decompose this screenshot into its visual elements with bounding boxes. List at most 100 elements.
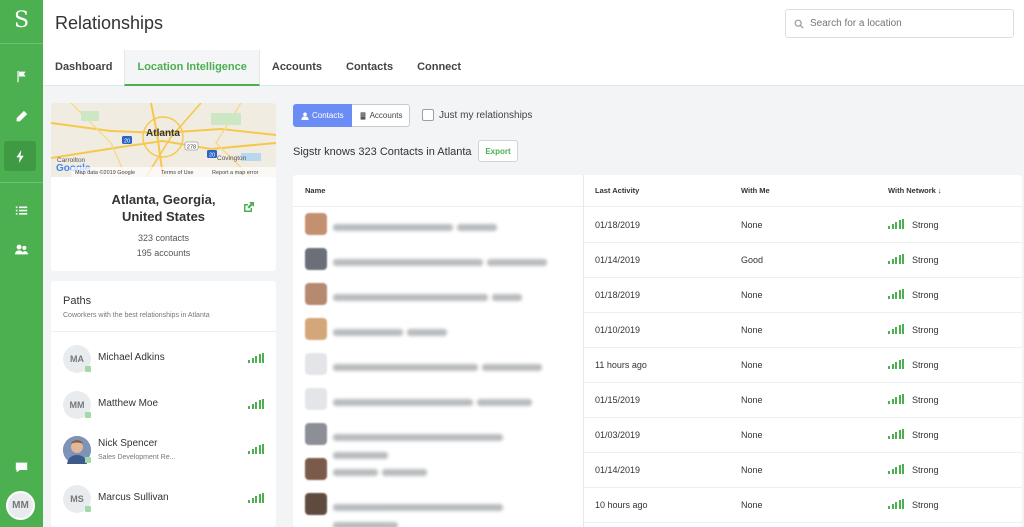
with-me-cell: None (741, 220, 763, 230)
signal-strength-icon (888, 289, 904, 299)
with-me-cell: None (741, 395, 763, 405)
person-name: Michael Adkins (98, 352, 165, 363)
tab-dashboard[interactable]: Dashboard (43, 50, 124, 86)
just-my-relationships-checkbox[interactable] (422, 109, 434, 121)
map-route-label: 278 (187, 145, 196, 151)
paths-subtitle: Coworkers with the best relationships in… (63, 312, 210, 319)
table-row[interactable]: 01/10/2019 None Strong (293, 313, 1022, 348)
person-icon (301, 112, 309, 120)
signal-strength-icon (248, 493, 264, 503)
map-terms-link[interactable]: Terms of Use (161, 170, 193, 176)
signal-strength-icon (888, 499, 904, 509)
location-search[interactable] (785, 9, 1014, 38)
search-icon (794, 19, 804, 29)
contact-avatar (305, 423, 327, 445)
table-row[interactable]: 01/18/2019 None Strong (293, 278, 1022, 313)
app-logo[interactable]: S (0, 8, 43, 33)
contacts-toggle-button[interactable]: Contacts (293, 104, 352, 127)
path-person[interactable]: MM Matthew Moe (63, 391, 268, 421)
path-person[interactable]: MS Marcus Sullivan (63, 485, 268, 515)
map-city-label: Atlanta (146, 128, 180, 139)
contacts-summary: Sigstr knows 323 Contacts in Atlanta (293, 146, 472, 158)
tab-contacts[interactable]: Contacts (334, 50, 405, 86)
tab-bar: Dashboard Location Intelligence Accounts… (43, 50, 473, 86)
last-activity-cell: 01/18/2019 (595, 220, 641, 230)
last-activity-cell: 11 hours ago (595, 360, 647, 370)
table-row[interactable]: 01/14/2019 None Strong (293, 453, 1022, 488)
map-route-label: 20 (209, 153, 215, 159)
with-network-cell: Strong (912, 220, 939, 230)
last-activity-cell: 01/14/2019 (595, 255, 641, 265)
column-header-last-activity[interactable]: Last Activity (595, 186, 639, 195)
just-my-relationships-label[interactable]: Just my relationships (439, 110, 532, 121)
signal-strength-icon (888, 429, 904, 439)
table-header: Name Last Activity With Me With Network … (293, 175, 1022, 207)
avatar-photo (63, 436, 91, 464)
contacts-toggle-label: Contacts (312, 111, 344, 120)
chat-icon[interactable] (0, 452, 43, 482)
map-place-label: Covington (217, 155, 247, 162)
last-activity-cell: 01/14/2019 (595, 465, 641, 475)
accounts-count: 195 accounts (136, 248, 191, 258)
tab-location-intelligence[interactable]: Location Intelligence (124, 50, 260, 86)
table-row[interactable]: 10 hours ago None Strong (293, 488, 1022, 527)
lightning-icon[interactable] (4, 141, 36, 171)
tab-connect[interactable]: Connect (405, 50, 473, 86)
search-input[interactable] (810, 18, 1000, 29)
with-network-cell: Strong (912, 465, 939, 475)
export-button[interactable]: Export (478, 140, 518, 162)
table-row[interactable]: 01/15/2019 None Strong (293, 383, 1022, 418)
last-activity-cell: 01/03/2019 (595, 430, 641, 440)
signal-strength-icon (888, 464, 904, 474)
contact-name-redacted (333, 394, 553, 407)
column-header-name[interactable]: Name (305, 186, 325, 195)
path-person[interactable]: Nick Spencer Sales Development Re... (63, 436, 268, 466)
signal-strength-icon (888, 324, 904, 334)
with-network-cell: Strong (912, 360, 939, 370)
map-report-link[interactable]: Report a map error (212, 170, 259, 176)
contacts-accounts-toggle: Contacts Accounts (293, 104, 411, 127)
contact-name-redacted (333, 219, 553, 232)
last-activity-cell: 10 hours ago (595, 500, 648, 510)
contact-avatar (305, 388, 327, 410)
avatar: MS (63, 485, 91, 513)
row-divider (584, 522, 1022, 523)
paths-card: Paths Coworkers with the best relationsh… (51, 281, 276, 527)
last-activity-cell: 01/15/2019 (595, 395, 641, 405)
avatar: MA (63, 345, 91, 373)
contacts-table: Name Last Activity With Me With Network … (293, 175, 1022, 527)
table-row[interactable]: 11 hours ago None Strong (293, 348, 1022, 383)
table-row[interactable]: 01/18/2019 None Strong (293, 208, 1022, 243)
column-header-with-network[interactable]: With Network ↓ (888, 186, 942, 195)
person-name: Nick Spencer (98, 438, 158, 449)
path-person[interactable]: MA Michael Adkins (63, 345, 268, 375)
contact-name-redacted (333, 324, 553, 337)
signal-strength-icon (248, 444, 264, 454)
share-icon[interactable] (243, 201, 255, 213)
signal-strength-icon (248, 399, 264, 409)
with-network-cell: Strong (912, 430, 939, 440)
column-header-with-me[interactable]: With Me (741, 186, 770, 195)
person-name: Matthew Moe (98, 398, 159, 409)
page-title: Relationships (55, 13, 164, 33)
left-rail: S MM (0, 0, 43, 527)
tab-accounts[interactable]: Accounts (260, 50, 334, 86)
with-me-cell: None (741, 290, 763, 300)
flag-icon[interactable] (0, 61, 43, 91)
table-row[interactable]: 01/03/2019 None Strong (293, 418, 1022, 460)
pen-icon[interactable] (0, 101, 43, 131)
signal-strength-icon (888, 359, 904, 369)
with-me-cell: None (741, 500, 763, 510)
with-me-cell: None (741, 465, 763, 475)
accounts-toggle-button[interactable]: Accounts (351, 104, 411, 127)
with-network-cell: Strong (912, 325, 939, 335)
user-avatar[interactable]: MM (6, 491, 35, 520)
with-network-cell: Strong (912, 290, 939, 300)
location-map[interactable]: Atlanta Carrollton Covington 20 278 20 G… (51, 103, 276, 177)
list-icon[interactable] (0, 195, 43, 225)
users-icon[interactable] (0, 234, 43, 264)
avatar: MM (63, 391, 91, 419)
contact-name-redacted (333, 464, 553, 477)
table-row[interactable]: 01/14/2019 Good Strong (293, 243, 1022, 278)
contact-avatar (305, 213, 327, 235)
